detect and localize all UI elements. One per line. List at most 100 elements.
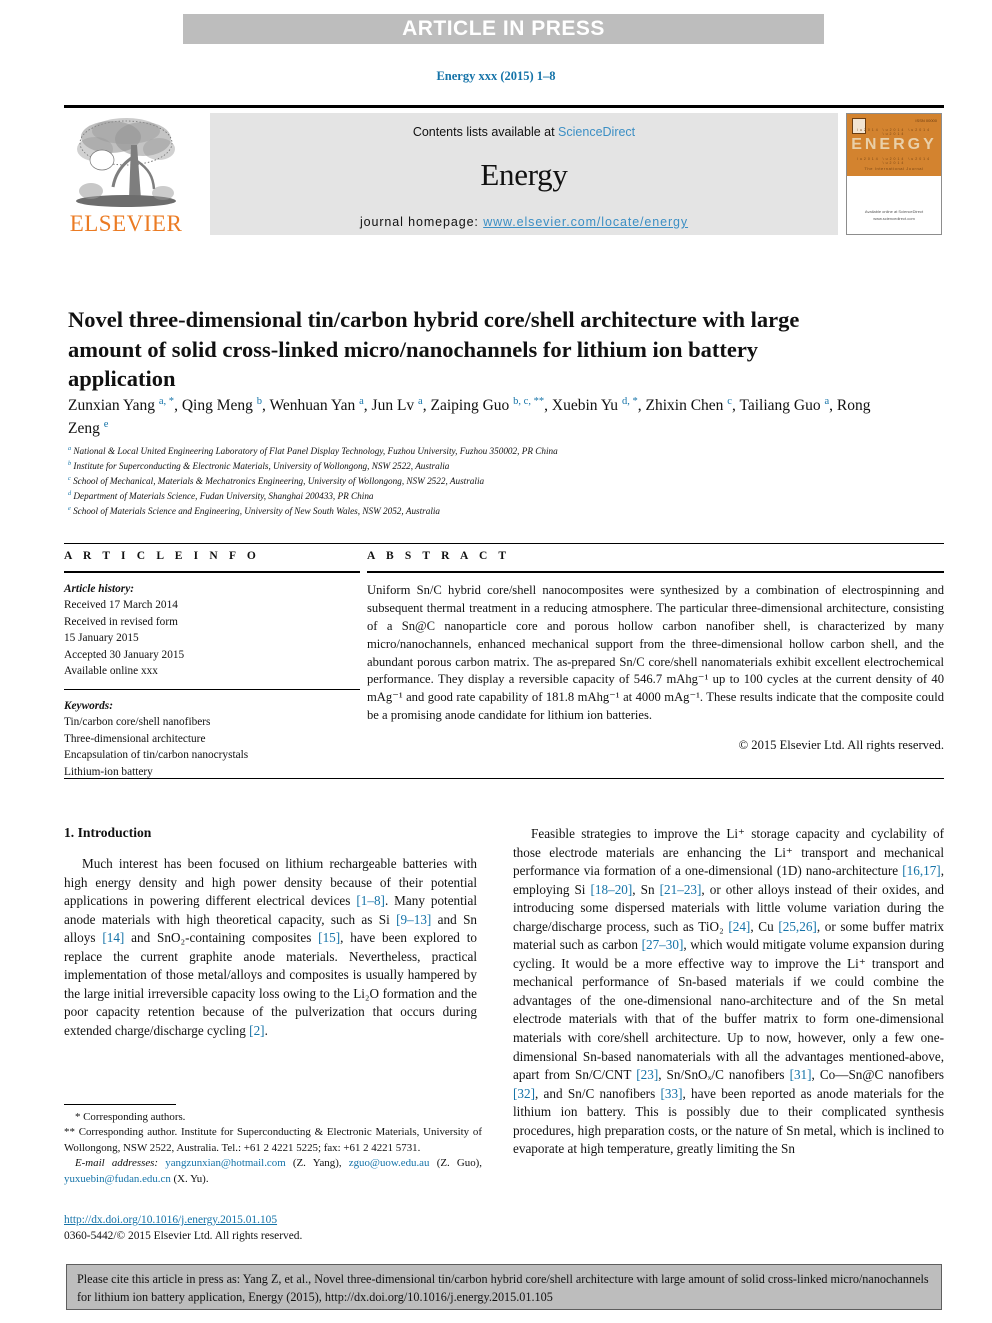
abstract-heading: A B S T R A C T bbox=[367, 550, 511, 562]
author-name: Wenhuan Yan bbox=[269, 397, 356, 415]
citation-reference[interactable]: [21–23] bbox=[660, 882, 702, 897]
cover-subtitle: The International Journal bbox=[864, 166, 924, 171]
abstract-column: A B S T R A C T Uniform Sn/C hybrid core… bbox=[367, 550, 944, 753]
author-affiliation-marker: c bbox=[727, 396, 732, 407]
article-history-line: 15 January 2015 bbox=[64, 632, 139, 645]
cover-upper-microtext: \u2014 \u2014 \u2014 \u2014 bbox=[856, 128, 932, 136]
masthead-top-rule bbox=[64, 105, 944, 108]
citation-reference[interactable]: [15] bbox=[318, 930, 340, 945]
article-history-block: Article history: Received 17 March 2014 R… bbox=[64, 581, 360, 680]
masthead-center-panel: Contents lists available at ScienceDirec… bbox=[210, 113, 838, 235]
doi-link[interactable]: http://dx.doi.org/10.1016/j.energy.2015.… bbox=[64, 1214, 277, 1226]
cover-energy-wordmark: ENERGY bbox=[851, 136, 937, 153]
author-name: Xuebin Yu bbox=[551, 397, 619, 415]
email-link[interactable]: yuxuebin@fudan.edu.cn bbox=[64, 1173, 171, 1185]
author-affiliation-marker: a bbox=[824, 396, 830, 407]
abstract-rule bbox=[367, 571, 944, 573]
affiliation-marker: a bbox=[68, 445, 72, 452]
affiliation-item: e School of Materials Science and Engine… bbox=[68, 504, 898, 519]
affiliation-text: School of Mechanical, Materials & Mechat… bbox=[73, 476, 485, 486]
affiliation-item: b Institute for Superconducting & Electr… bbox=[68, 459, 898, 474]
info-section-top-rule bbox=[64, 543, 944, 544]
keyword-item: Encapsulation of tin/carbon nanocrystals bbox=[64, 749, 249, 762]
keywords-label: Keywords: bbox=[64, 699, 113, 712]
cover-lower-microtext: \u2014 \u2014 \u2014 \u2014 bbox=[856, 157, 932, 165]
author-affiliation-marker: a bbox=[418, 396, 423, 407]
affiliation-list: a National & Local United Engineering La… bbox=[68, 444, 898, 519]
citation-reference[interactable]: [32] bbox=[513, 1086, 535, 1101]
introduction-paragraph-right: Feasible strategies to improve the Li⁺ s… bbox=[513, 826, 945, 1157]
article-in-press-label: ARTICLE IN PRESS bbox=[402, 17, 605, 40]
body-left-column: 1. Introduction Much interest has been f… bbox=[64, 825, 477, 1040]
citation-reference[interactable]: [16,17] bbox=[902, 863, 940, 878]
footnote-corresponding-authors: * Corresponding authors. bbox=[75, 1111, 186, 1123]
homepage-prefix: journal homepage: bbox=[359, 215, 484, 229]
citation-reference[interactable]: [18–20] bbox=[591, 882, 633, 897]
author-list: Zunxian Yang a, *, Qing Meng b, Wenhuan … bbox=[68, 396, 871, 438]
section-heading-introduction: 1. Introduction bbox=[64, 825, 152, 840]
affiliation-text: School of Materials Science and Engineer… bbox=[73, 505, 441, 516]
author-name: Qing Meng bbox=[181, 397, 253, 415]
email-owner: (Z. Guo) bbox=[436, 1157, 480, 1170]
article-history-line: Received in revised form bbox=[64, 615, 178, 628]
contents-lists-line: Contents lists available at ScienceDirec… bbox=[210, 113, 838, 139]
citation-reference[interactable]: [9–13] bbox=[396, 912, 431, 927]
footnote-corresponding-author-detail: ** Corresponding author. Institute for S… bbox=[64, 1126, 482, 1154]
email-owner: (Z. Yang) bbox=[292, 1157, 339, 1170]
article-info-heading: A R T I C L E I N F O bbox=[64, 550, 260, 562]
journal-masthead: ELSEVIER Contents lists available at Sci… bbox=[64, 105, 944, 238]
affiliation-marker: b bbox=[68, 459, 72, 467]
citation-reference[interactable]: [27–30] bbox=[642, 937, 684, 952]
keywords-block: Keywords: Tin/carbon core/shell nanofibe… bbox=[64, 698, 360, 780]
author-affiliation-marker: b bbox=[256, 396, 263, 407]
email-owner: (X. Yu) bbox=[173, 1172, 206, 1185]
affiliation-item: c School of Mechanical, Materials & Mech… bbox=[68, 474, 898, 489]
elsevier-wordmark: ELSEVIER bbox=[69, 211, 183, 236]
running-head: Energy xxx (2015) 1–8 bbox=[436, 69, 556, 83]
citation-reference[interactable]: [1–8] bbox=[356, 893, 385, 908]
citation-reference[interactable]: [25,26] bbox=[778, 919, 816, 934]
affiliation-marker: d bbox=[68, 489, 72, 497]
info-section-bottom-rule bbox=[64, 778, 944, 779]
keywords-lines: Tin/carbon core/shell nanofibers Three-di… bbox=[64, 714, 360, 780]
citation-reference[interactable]: [2] bbox=[249, 1023, 264, 1038]
article-history-label: Article history: bbox=[64, 583, 134, 595]
cite-this-article-box: Please cite this article in press as: Ya… bbox=[66, 1264, 942, 1310]
elsevier-tree-icon bbox=[76, 118, 176, 207]
affiliation-text: Institute for Superconducting & Electron… bbox=[73, 461, 450, 472]
keywords-rule bbox=[64, 688, 360, 690]
email-link[interactable]: yangzunxian@hotmail.com bbox=[165, 1157, 285, 1169]
sciencedirect-link[interactable]: ScienceDirect bbox=[558, 125, 635, 139]
journal-title: Energy bbox=[480, 157, 568, 192]
citation-reference[interactable]: [24] bbox=[728, 919, 750, 934]
citation-reference[interactable]: [31] bbox=[790, 1067, 812, 1082]
citation-reference[interactable]: [33] bbox=[660, 1086, 682, 1101]
article-history-line: Accepted 30 January 2015 bbox=[64, 648, 185, 661]
author-affiliation-marker: a bbox=[359, 396, 364, 407]
email-addresses-label: E-mail addresses: bbox=[75, 1157, 159, 1170]
article-info-column: A R T I C L E I N F O Article history: R… bbox=[64, 550, 360, 780]
citation-reference[interactable]: [23] bbox=[636, 1067, 658, 1082]
footnote-email-addresses: E-mail addresses: yangzunxian@hotmail.co… bbox=[64, 1157, 483, 1185]
cover-issn-label: ISSN 00000 bbox=[915, 118, 937, 123]
introduction-paragraph-left: Much interest has been focused on lithiu… bbox=[64, 856, 478, 1038]
abstract-body: Uniform Sn/C hybrid core/shell nanocompo… bbox=[367, 583, 944, 723]
article-history-line: Received 17 March 2014 bbox=[64, 599, 178, 612]
author-name: Zunxian Yang bbox=[68, 397, 155, 415]
author-affiliation-marker: e bbox=[103, 419, 109, 431]
footnote-separator-rule bbox=[64, 1104, 176, 1105]
email-link[interactable]: zguo@uow.edu.au bbox=[349, 1157, 430, 1169]
article-history-lines: Received 17 March 2014 Received in revise… bbox=[64, 597, 360, 679]
journal-homepage-link[interactable]: www.elsevier.com/locate/energy bbox=[483, 215, 688, 229]
author-name: Jun Lv bbox=[371, 397, 415, 415]
doi-issn-block: http://dx.doi.org/10.1016/j.energy.2015.… bbox=[64, 1212, 494, 1244]
cover-bottom-text: Available online at ScienceDirect www.sc… bbox=[864, 209, 924, 221]
contents-lists-prefix: Contents lists available at bbox=[412, 125, 559, 139]
body-right-column: Feasible strategies to improve the Li⁺ s… bbox=[513, 825, 944, 1159]
page-title: Novel three-dimensional tin/carbon hybri… bbox=[68, 307, 800, 392]
article-history-line: Available online xxx bbox=[64, 665, 158, 678]
author-affiliation-marker: d, * bbox=[621, 396, 638, 407]
citation-reference[interactable]: [14] bbox=[102, 930, 124, 945]
keyword-item: Three-dimensional architecture bbox=[64, 732, 206, 745]
journal-homepage-line: journal homepage: www.elsevier.com/locat… bbox=[210, 215, 838, 229]
